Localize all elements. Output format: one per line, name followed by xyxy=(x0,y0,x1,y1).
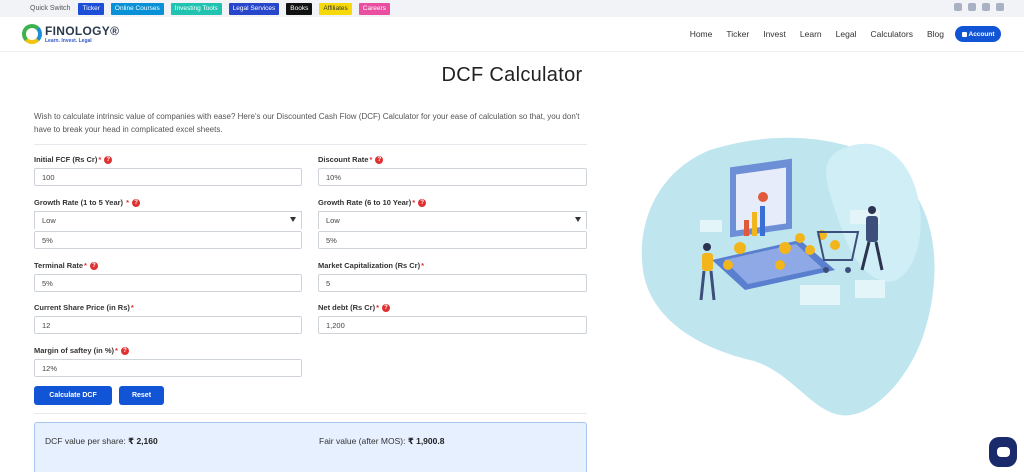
help-icon[interactable]: ? xyxy=(104,155,113,164)
intro-text: Wish to calculate intrinsic value of com… xyxy=(34,112,580,134)
logo-name: FINOLOGY® xyxy=(45,24,120,38)
growth-6-10-label: Growth Rate (6 to 10 Year) *? xyxy=(318,198,427,207)
divider xyxy=(34,144,587,145)
nav-ticker[interactable]: Ticker xyxy=(726,29,749,39)
help-icon[interactable]: ? xyxy=(382,303,391,312)
divider xyxy=(34,413,587,414)
initial-fcf-label: Initial FCF (Rs Cr) *? xyxy=(34,155,113,164)
share-price-input[interactable]: 12 xyxy=(34,316,302,334)
terminal-rate-label: Terminal Rate *? xyxy=(34,261,98,270)
result-panel: DCF value per share: ₹ 2,160 Fair value … xyxy=(34,422,587,472)
help-icon[interactable]: ? xyxy=(120,346,129,355)
help-icon[interactable]: ? xyxy=(418,198,427,207)
site-header: FINOLOGY® Learn. Invest. Legal Home Tick… xyxy=(0,17,1024,52)
share-price-label: Current Share Price (in Rs) * xyxy=(34,303,134,312)
page-title: DCF Calculator xyxy=(441,64,583,86)
finology-logo[interactable]: FINOLOGY® Learn. Invest. Legal xyxy=(22,24,119,44)
tag-ticker[interactable]: Ticker xyxy=(78,2,104,15)
tag-books[interactable]: Books xyxy=(286,2,313,15)
logo-tagline: Learn. Invest. Legal xyxy=(45,38,92,44)
nav-blog[interactable]: Blog xyxy=(927,29,944,39)
nav-home[interactable]: Home xyxy=(690,29,713,39)
calculate-dcf-button[interactable]: Calculate DCF xyxy=(34,386,112,405)
quick-switch-label: Quick Switch xyxy=(30,5,71,12)
chat-icon xyxy=(996,447,1010,457)
quick-switch-bar: Quick Switch Ticker Online Courses Inves… xyxy=(0,0,1024,17)
growth-1-5-label: Growth Rate (1 to 5 Year) *? xyxy=(34,198,141,207)
net-debt-input[interactable]: 1,200 xyxy=(318,316,587,334)
terminal-rate-input[interactable]: 5% xyxy=(34,274,302,292)
market-cap-label: Market Capitalization (Rs Cr) * xyxy=(318,261,425,270)
social-links xyxy=(954,3,1004,11)
tag-affiliates[interactable]: Affiliates xyxy=(319,2,352,15)
account-button[interactable]: Account xyxy=(955,26,1001,42)
help-icon[interactable]: ? xyxy=(375,155,384,164)
instagram-icon[interactable] xyxy=(982,3,990,11)
tag-legal-services[interactable]: Legal Services xyxy=(228,2,280,15)
growth-6-10-select[interactable]: Low xyxy=(318,211,587,229)
growth-1-5-select[interactable]: Low xyxy=(34,211,302,229)
nav-calculators[interactable]: Calculators xyxy=(870,29,913,39)
net-debt-label: Net debt (Rs Cr) *? xyxy=(318,303,391,312)
help-icon[interactable]: ? xyxy=(132,198,141,207)
account-label: Account xyxy=(968,30,995,38)
logo-ring-icon xyxy=(22,24,42,44)
youtube-icon[interactable] xyxy=(996,3,1004,11)
initial-fcf-input[interactable]: 100 xyxy=(34,168,302,186)
main-nav: Home Ticker Invest Learn Legal Calculato… xyxy=(676,29,944,39)
finance-illustration xyxy=(641,137,935,416)
tag-investing-tools[interactable]: Investing Tools xyxy=(170,2,222,15)
nav-invest[interactable]: Invest xyxy=(763,29,786,39)
chevron-down-icon xyxy=(575,217,581,222)
twitter-icon[interactable] xyxy=(968,3,976,11)
fair-value-result: Fair value (after MOS): ₹ 1,900.8 xyxy=(319,436,445,446)
discount-rate-input[interactable]: 10% xyxy=(318,168,587,186)
tag-online-courses[interactable]: Online Courses xyxy=(110,2,164,15)
margin-safety-label: Margin of saftey (in %) *? xyxy=(34,346,129,355)
market-cap-input[interactable]: 5 xyxy=(318,274,587,292)
tag-careers[interactable]: Careers xyxy=(358,2,390,15)
growth-1-5-input[interactable]: 5% xyxy=(34,231,302,249)
discount-rate-label: Discount Rate *? xyxy=(318,155,384,164)
chevron-down-icon xyxy=(290,217,296,222)
facebook-icon[interactable] xyxy=(954,3,962,11)
growth-6-10-input[interactable]: 5% xyxy=(318,231,587,249)
nav-legal[interactable]: Legal xyxy=(836,29,857,39)
dcf-value-result: DCF value per share: ₹ 2,160 xyxy=(45,436,158,446)
margin-safety-input[interactable]: 12% xyxy=(34,359,302,377)
lock-icon xyxy=(961,31,967,37)
help-icon[interactable]: ? xyxy=(89,261,98,270)
chat-widget-button[interactable] xyxy=(989,437,1017,467)
nav-learn[interactable]: Learn xyxy=(800,29,822,39)
reset-button[interactable]: Reset xyxy=(119,386,164,405)
